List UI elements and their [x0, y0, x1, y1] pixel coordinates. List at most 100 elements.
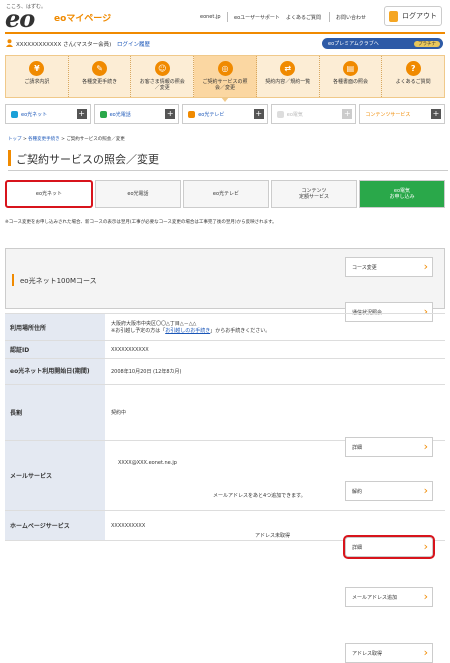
premium-club-label: eoプレミアムクラブへ	[328, 41, 379, 47]
title-rule	[8, 170, 448, 171]
expand-icon[interactable]: +	[253, 109, 264, 119]
breadcrumb-top[interactable]: トップ	[8, 137, 22, 142]
service-electric: eo電気 +	[270, 104, 357, 124]
long-discount-label: 長割	[5, 385, 105, 440]
course-change-note: ※コース変更をお申し込みされた場合、新コースの表示は翌月(工事が必要なコース変更…	[5, 220, 277, 225]
premium-level-badge: プラチナ	[414, 40, 440, 47]
menu-label: お客さま情報の照会／変更	[139, 79, 185, 91]
long-discount-detail-button[interactable]: 詳細	[345, 437, 433, 457]
tv-icon	[188, 110, 196, 118]
course-change-button[interactable]: コース変更	[345, 257, 433, 277]
menu-label: 各種書面の照会	[332, 79, 368, 85]
menu-item-contract-services[interactable]: ◎ ご契約サービスの照会／変更	[194, 56, 257, 102]
service-label: eo光ネット	[21, 111, 48, 118]
page-title: ご契約サービスの照会／変更	[16, 153, 159, 166]
moving-link[interactable]: お引越しのお手続き	[165, 328, 210, 334]
header-rule	[5, 32, 445, 34]
tab-net[interactable]: eo光ネット	[5, 180, 93, 208]
door-icon	[389, 10, 398, 22]
breadcrumb-sep: >	[61, 137, 65, 142]
electric-icon	[276, 110, 284, 118]
expand-icon[interactable]: +	[165, 109, 176, 119]
eo-logo[interactable]: eo	[5, 7, 35, 31]
mail-add-button[interactable]: メールアドレス追加	[345, 587, 433, 607]
service-net[interactable]: eo光ネット +	[5, 104, 91, 124]
menu-item-terms[interactable]: ⇄ 契約内容／規約一覧	[257, 56, 320, 97]
header-link-faq[interactable]: よくあるご質問	[286, 14, 321, 21]
header-link-eonet[interactable]: eonet.jp	[200, 14, 221, 20]
user-icon	[6, 39, 13, 47]
service-icon: ◎	[217, 61, 233, 76]
menu-item-procedures[interactable]: ✎ 各種変更手続き	[69, 56, 132, 97]
service-shortcuts: eo光ネット + eo光電話 + eo光テレビ + eo電気 + コンテンツサービス +	[5, 104, 445, 124]
menu-label: 契約内容／規約一覧	[265, 79, 311, 85]
service-contents[interactable]: コンテンツサービス +	[359, 104, 445, 124]
yen-icon: ¥	[29, 61, 45, 76]
menu-item-documents[interactable]: ▤ 各種書面の照会	[320, 56, 383, 97]
phone-icon	[99, 110, 107, 118]
address-cell: 大阪府大阪市中央区〇〇△丁目△－△△ ※お引越し予定の方は「お引越しのお手続き」…	[105, 314, 445, 340]
document-icon: ▤	[342, 61, 358, 76]
service-phone[interactable]: eo光電話 +	[93, 104, 180, 124]
address-label: 利用場所住所	[5, 314, 105, 340]
mail-service-label: メールサービス	[5, 441, 105, 510]
mail-add-note: メールアドレスをあと4つ追加できます。	[213, 493, 306, 499]
question-icon: ?	[405, 61, 421, 76]
tab-phone[interactable]: eo光電話	[95, 180, 181, 208]
long-discount-cancel-button[interactable]: 解約	[345, 481, 433, 501]
breadcrumb-current: ご契約サービスの照会／変更	[66, 137, 125, 142]
menu-item-customer-info[interactable]: ☺ お客さま情報の照会／変更	[131, 56, 195, 97]
login-history-link[interactable]: ログイン履歴	[117, 40, 150, 48]
mypage-title[interactable]: eoマイページ	[54, 11, 111, 24]
breadcrumb-procedures[interactable]: 各種変更手続き	[28, 137, 60, 142]
mail-address: XXXX@XXX.eonet.ne.jp	[118, 460, 177, 466]
service-label: コンテンツサービス	[365, 111, 411, 118]
pencil-icon: ✎	[92, 61, 108, 76]
contract-icon: ⇄	[280, 61, 296, 76]
expand-icon[interactable]: +	[76, 109, 87, 119]
tab-tv[interactable]: eo光テレビ	[183, 180, 269, 208]
contract-tabs: eo光ネット eo光電話 eo光テレビ コンテンツ 定額サービス eo電気 お申…	[5, 180, 445, 208]
service-tv[interactable]: eo光テレビ +	[182, 104, 268, 124]
header-divider	[329, 12, 330, 22]
user-name: XXXXXXXXXXXX さん(マスター会員)	[16, 42, 112, 48]
mail-detail-button[interactable]: 詳細	[343, 535, 435, 559]
menu-label: ご請求内訳	[24, 79, 50, 85]
service-label: eo電気	[286, 111, 303, 118]
homepage-service-label: ホームページサービス	[5, 511, 105, 540]
auth-id-label: 認証ID	[5, 341, 105, 358]
expand-icon: +	[342, 109, 353, 119]
address-note: ※お引越し予定の方は「お引越しのお手続き」からお手続きください。	[111, 328, 271, 334]
header-link-support[interactable]: eoユーザーサポート	[234, 14, 280, 21]
menu-item-faq[interactable]: ? よくあるご質問	[382, 56, 444, 97]
main-menu: ¥ ご請求内訳 ✎ 各種変更手続き ☺ お客さま情報の照会／変更 ◎ ご契約サービスの照…	[5, 55, 445, 102]
menu-label: よくあるご質問	[395, 79, 431, 85]
homepage-status: アドレス未取得	[255, 533, 291, 539]
tab-contents[interactable]: コンテンツ 定額サービス	[271, 180, 357, 208]
course-accent	[12, 274, 14, 286]
header-link-contact[interactable]: お問い合わせ	[336, 14, 366, 21]
long-discount-value: 契約中	[111, 410, 127, 416]
start-date-value: 2008年10月20日 (12年8カ月)	[111, 369, 182, 375]
address-value: 大阪府大阪市中央区〇〇△丁目△－△△	[111, 321, 197, 327]
contract-details-table: 利用場所住所 大阪府大阪市中央区〇〇△丁目△－△△ ※お引越し予定の方は「お引越…	[5, 313, 445, 541]
title-accent	[8, 150, 11, 166]
table-row: 認証ID XXXXXXXXXXX	[5, 341, 445, 359]
logout-button[interactable]: ログアウト	[384, 6, 442, 26]
tab-electric-apply[interactable]: eo電気 お申し込み	[359, 180, 445, 208]
homepage-address-button[interactable]: アドレス取得	[345, 643, 433, 663]
header-divider	[227, 12, 228, 22]
menu-label: ご契約サービスの照会／変更	[202, 79, 248, 91]
start-date-label: eo光ネット利用開始日(期間)	[5, 359, 105, 384]
table-row: 利用場所住所 大阪府大阪市中央区〇〇△丁目△－△△ ※お引越し予定の方は「お引越…	[5, 313, 445, 341]
expand-icon[interactable]: +	[430, 109, 441, 119]
breadcrumb: トップ > 各種変更手続き > ご契約サービスの照会／変更	[8, 136, 125, 142]
table-row: eo光ネット利用開始日(期間) 2008年10月20日 (12年8カ月)	[5, 359, 445, 385]
service-label: eo光電話	[109, 111, 131, 118]
premium-club-button[interactable]: eoプレミアムクラブへ プラチナ	[322, 38, 443, 49]
course-title: eo光ネット100Mコース	[20, 277, 97, 285]
person-icon: ☺	[154, 61, 170, 76]
table-row: 長割 契約中	[5, 385, 445, 441]
menu-item-billing[interactable]: ¥ ご請求内訳	[6, 56, 69, 97]
net-icon	[11, 110, 18, 118]
